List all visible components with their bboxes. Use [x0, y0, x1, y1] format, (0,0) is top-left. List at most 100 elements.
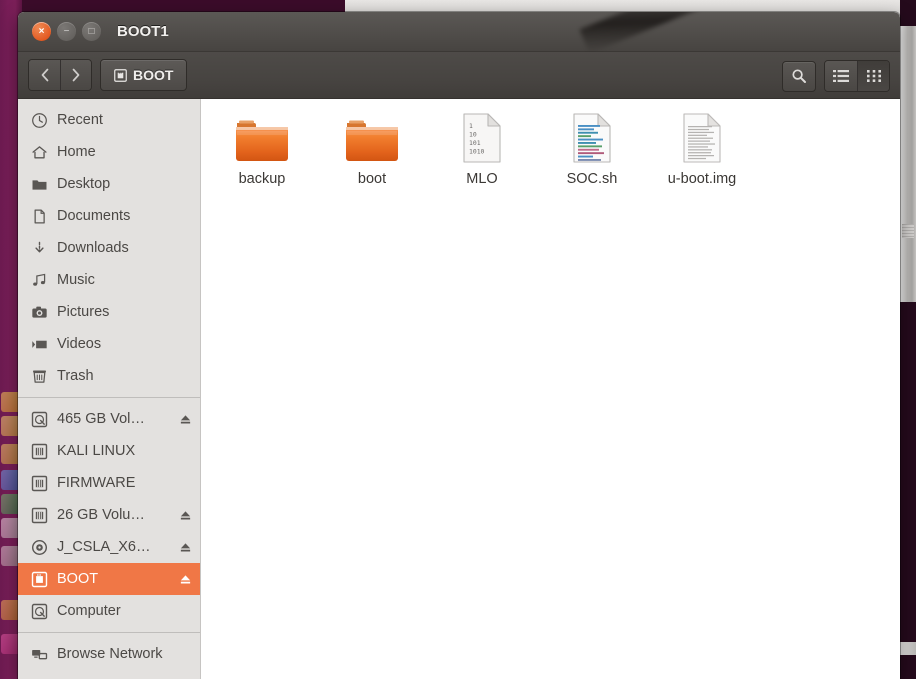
harddisk-icon: [30, 410, 48, 428]
grid-view-button[interactable]: [857, 61, 889, 91]
icon-grid: backup boot 1 10 101 1010 MLO SOC.sh u-boot.img: [201, 99, 900, 199]
music-icon: [30, 271, 48, 289]
sidebar-item-26-gb-volu[interactable]: 26 GB Volu…: [18, 499, 200, 531]
sidebar-devices-section: 465 GB Vol… KALI LINUX FIRMWARE 26 GB Volu……: [18, 403, 200, 627]
sidebar-places-section: Recent Home Desktop Documents Downloads Music…: [18, 104, 200, 392]
script-file-icon: [573, 113, 611, 163]
harddisk-icon: [30, 602, 48, 620]
breadcrumb-boot[interactable]: BOOT: [100, 59, 188, 91]
sidebar-item-connect-to-ser[interactable]: Connect to Ser…: [18, 670, 200, 679]
optical-disc-icon: [31, 539, 47, 555]
scrollbar-grip[interactable]: [902, 224, 914, 238]
sd-card-icon: [30, 570, 48, 588]
sidebar-item-label: Music: [57, 272, 95, 288]
chevron-left-icon: [41, 68, 48, 82]
maximize-button[interactable]: □: [82, 22, 101, 41]
sidebar-item-465-gb-vol[interactable]: 465 GB Vol…: [18, 403, 200, 435]
file-item[interactable]: boot: [317, 107, 427, 191]
file-item[interactable]: 1 10 101 1010 MLO: [427, 107, 537, 191]
file-item[interactable]: u-boot.img: [647, 107, 757, 191]
trash-icon: [30, 367, 48, 385]
clock-icon: [31, 112, 47, 128]
forward-button[interactable]: [60, 60, 91, 90]
sidebar-network-section: Browse Network Connect to Ser…: [18, 638, 200, 679]
network-icon: [30, 645, 48, 663]
file-item[interactable]: backup: [207, 107, 317, 191]
camera-icon: [30, 303, 48, 321]
window-titlebar[interactable]: × − □ BOOT1: [18, 12, 900, 54]
svg-text:1: 1: [469, 122, 473, 130]
eject-icon: [180, 414, 190, 423]
file-item[interactable]: SOC.sh: [537, 107, 647, 191]
folder-icon: [235, 113, 289, 163]
download-icon: [30, 239, 48, 257]
sidebar-item-firmware[interactable]: FIRMWARE: [18, 467, 200, 499]
sidebar-item-kali-linux[interactable]: KALI LINUX: [18, 435, 200, 467]
sidebar-item-label: KALI LINUX: [57, 443, 136, 459]
svg-text:101: 101: [469, 139, 481, 147]
chevron-right-icon: [72, 68, 80, 82]
list-view-button[interactable]: [825, 61, 857, 91]
sidebar-item-music[interactable]: Music: [18, 264, 200, 296]
grid-view-icon: [866, 70, 881, 82]
sidebar-item-downloads[interactable]: Downloads: [18, 232, 200, 264]
close-button[interactable]: ×: [32, 22, 51, 41]
minimize-icon: −: [63, 25, 70, 37]
drive-icon: [31, 475, 47, 491]
harddisk-icon: [31, 411, 47, 427]
sidebar-item-label: Home: [57, 144, 96, 160]
sidebar-item-documents[interactable]: Documents: [18, 200, 200, 232]
sidebar-item-boot[interactable]: BOOT: [18, 563, 200, 595]
sidebar-item-videos[interactable]: Videos: [18, 328, 200, 360]
network-icon: [31, 649, 47, 659]
sidebar-item-home[interactable]: Home: [18, 136, 200, 168]
toolbar-right-group: [782, 60, 890, 92]
sidebar-divider-1: [18, 397, 200, 398]
sidebar-item-computer[interactable]: Computer: [18, 595, 200, 627]
script-file-icon: [572, 113, 612, 163]
text-file-icon: [682, 113, 722, 163]
document-icon: [30, 207, 48, 225]
sidebar-item-label: Recent: [57, 112, 103, 128]
folder-icon: [236, 120, 288, 161]
file-view[interactable]: backup boot 1 10 101 1010 MLO SOC.sh u-boot.img: [201, 99, 900, 679]
eject-icon: [180, 542, 190, 551]
minimize-button[interactable]: −: [57, 22, 76, 41]
sidebar-item-recent[interactable]: Recent: [18, 104, 200, 136]
eject-button[interactable]: [178, 508, 192, 522]
navigation-button-group: [28, 59, 92, 91]
sidebar-item-browse-network[interactable]: Browse Network: [18, 638, 200, 670]
text-file-icon: [683, 113, 721, 163]
drive-icon: [30, 474, 48, 492]
file-label: backup: [238, 171, 286, 187]
folder-icon: [32, 179, 46, 190]
eject-button[interactable]: [178, 572, 192, 586]
video-icon: [30, 335, 48, 353]
sidebar-item-label: Browse Network: [57, 646, 163, 662]
maximize-icon: □: [88, 25, 95, 37]
svg-text:1010: 1010: [469, 148, 485, 156]
search-button[interactable]: [782, 60, 816, 92]
sidebar-item-pictures[interactable]: Pictures: [18, 296, 200, 328]
eject-button[interactable]: [178, 540, 192, 554]
file-label: SOC.sh: [566, 171, 618, 187]
binary-file-icon: 1101011010: [462, 113, 502, 163]
places-sidebar: Recent Home Desktop Documents Downloads Music…: [18, 99, 201, 679]
sidebar-item-label: Trash: [57, 368, 94, 384]
sidebar-item-label: 465 GB Vol…: [57, 411, 145, 427]
background-window-scrollbar[interactable]: [900, 26, 916, 302]
breadcrumb-label: BOOT: [133, 67, 174, 83]
home-icon: [31, 145, 47, 158]
eject-button[interactable]: [178, 412, 192, 426]
toolbar: BOOT: [18, 52, 900, 99]
list-view-icon: [833, 70, 849, 82]
sidebar-item-j-csla-x6[interactable]: J_CSLA_X6…: [18, 531, 200, 563]
back-button[interactable]: [29, 60, 60, 90]
sidebar-item-trash[interactable]: Trash: [18, 360, 200, 392]
sidebar-item-desktop[interactable]: Desktop: [18, 168, 200, 200]
camera-icon: [31, 306, 47, 318]
file-label: MLO: [466, 171, 498, 187]
eject-icon: [180, 510, 190, 519]
video-icon: [31, 340, 47, 348]
home-icon: [30, 143, 48, 161]
